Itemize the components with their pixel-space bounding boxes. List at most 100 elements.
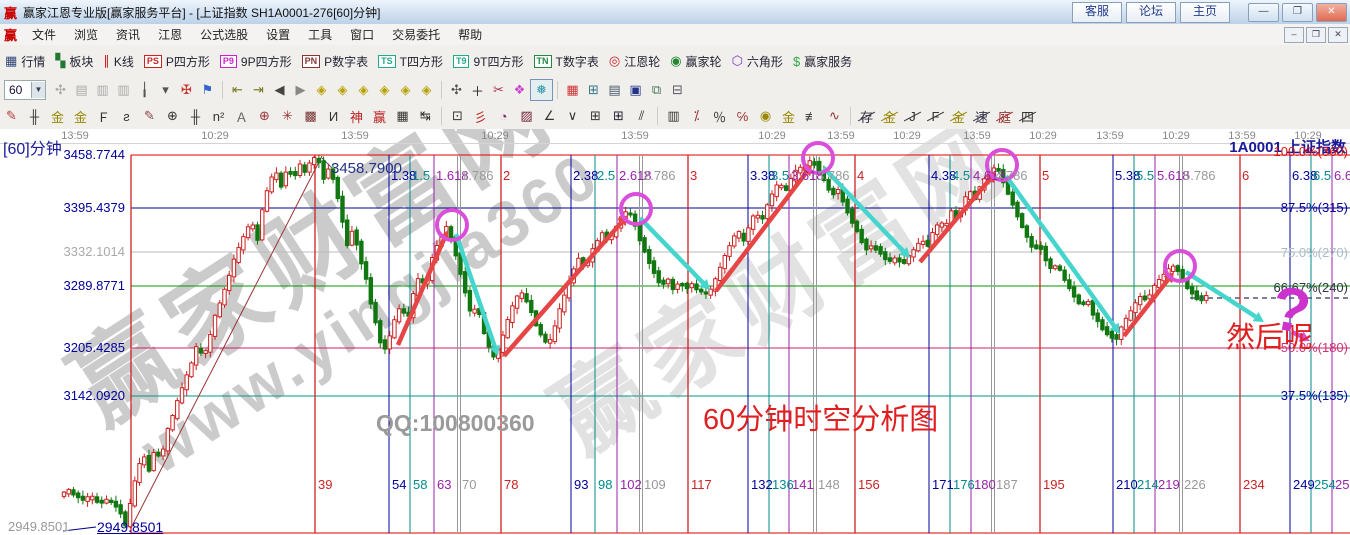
gold-line-icon[interactable]: 金 <box>777 106 800 127</box>
print-icon[interactable]: ⊟ <box>667 80 688 100</box>
pattern-icon[interactable]: ✣ <box>50 80 71 100</box>
child-minimize-button[interactable]: – <box>1284 27 1304 43</box>
fibonacci-icon[interactable]: Ｆ <box>92 106 115 127</box>
circle-gauge-icon[interactable]: ⊕ <box>161 106 184 127</box>
grid2-icon[interactable]: ⊞ <box>607 106 630 127</box>
candle-style-icon[interactable]: ╽ <box>134 80 155 100</box>
menu-item-资讯[interactable]: 资讯 <box>107 28 149 42</box>
percent-line-icon[interactable]: ⁒ <box>685 106 708 127</box>
web-icon[interactable]: ✳ <box>276 106 299 127</box>
levels-icon[interactable]: ≢ <box>800 106 823 127</box>
save-icon[interactable]: ▣ <box>625 80 646 100</box>
ruler-icon[interactable]: ╫ <box>23 106 46 127</box>
shen-icon[interactable]: 神 <box>345 106 368 127</box>
four-angle-icon[interactable]: 四 <box>1016 106 1039 127</box>
last-icon[interactable]: ⇥ <box>248 80 269 100</box>
toolbar-item-P四方形[interactable]: PSP四方形 <box>144 53 210 70</box>
toolbar-item-板块[interactable]: ▚板块 <box>55 53 93 70</box>
wave-mark-icon[interactable]: И <box>322 106 345 127</box>
first-icon[interactable]: ⇤ <box>227 80 248 100</box>
diamond-v-icon[interactable]: ◈ <box>395 80 416 100</box>
gold-grid2-icon[interactable]: 金 <box>69 106 92 127</box>
copy-icon[interactable]: ⧉ <box>646 80 667 100</box>
web-square-icon[interactable]: ▩ <box>299 106 322 127</box>
toolbar-item-六角形[interactable]: ⬡六角形 <box>732 53 783 70</box>
toolbar-item-T四方形[interactable]: TST四方形 <box>378 53 443 70</box>
toolbar-item-赢家轮[interactable]: ◉赢家轮 <box>670 53 721 70</box>
diamond-h-icon[interactable]: ◈ <box>353 80 374 100</box>
brush-icon[interactable]: ✎ <box>138 106 161 127</box>
customer-service-button[interactable]: 客服 <box>1072 2 1122 23</box>
toolbar-item-P数字表[interactable]: PNP数字表 <box>302 53 369 70</box>
slashes-icon[interactable]: ⫽ <box>630 106 653 127</box>
diamond-left-icon[interactable]: ◈ <box>311 80 332 100</box>
angle-a-icon[interactable]: Ａ <box>230 106 253 127</box>
candle-style-arrow-icon[interactable]: ▾ <box>155 80 176 100</box>
gold-angle2-icon[interactable]: 金 <box>947 106 970 127</box>
menu-item-帮助[interactable]: 帮助 <box>449 28 491 42</box>
toolbar-item-T数字表[interactable]: TNT数字表 <box>534 53 599 70</box>
bars-icon[interactable]: ▥ <box>662 106 685 127</box>
child-restore-button[interactable]: ❐ <box>1306 27 1326 43</box>
spiral-icon[interactable]: ƨ <box>115 106 138 127</box>
forum-button[interactable]: 论坛 <box>1126 2 1176 23</box>
percent-level-icon[interactable]: ℅ <box>731 106 754 127</box>
menu-item-公式选股[interactable]: 公式选股 <box>191 28 257 42</box>
chart9-icon[interactable]: ▥ <box>113 80 134 100</box>
grid123-icon[interactable]: ▦ <box>391 106 414 127</box>
minimize-button[interactable]: — <box>1248 3 1279 22</box>
diamond-right-icon[interactable]: ◈ <box>332 80 353 100</box>
close-button[interactable]: ✕ <box>1316 3 1347 22</box>
zigzag-icon[interactable]: ∨ <box>561 106 584 127</box>
f-angle-icon[interactable]: F <box>924 106 947 127</box>
restore-button[interactable]: ❐ <box>1282 3 1313 22</box>
hash-icon[interactable]: ╫ <box>184 106 207 127</box>
gold-circle-icon[interactable]: ◉ <box>754 106 777 127</box>
period-combo[interactable]: 60 ▼ <box>4 80 46 100</box>
gold-angle-icon[interactable]: 金 <box>878 106 901 127</box>
diamond-all-icon[interactable]: ◈ <box>416 80 437 100</box>
prev-icon[interactable]: ◀ <box>269 80 290 100</box>
chart3-icon[interactable]: ▥ <box>92 80 113 100</box>
menu-item-设置[interactable]: 设置 <box>257 28 299 42</box>
target-icon[interactable]: ⊕ <box>253 106 276 127</box>
save-angle-icon[interactable]: 存 <box>855 106 878 127</box>
pen-icon[interactable]: ✎ <box>0 106 23 127</box>
scissors-icon[interactable]: ✂ <box>488 80 509 100</box>
magenta-tool-icon[interactable]: ❖ <box>509 80 530 100</box>
toolbar-item-9P四方形[interactable]: P99P四方形 <box>220 53 292 70</box>
calendar-icon[interactable]: ▦ <box>562 80 583 100</box>
span-icon[interactable]: ↹ <box>414 106 437 127</box>
ting-angle-icon[interactable]: 庭 <box>993 106 1016 127</box>
grid-icon[interactable]: ⊞ <box>584 106 607 127</box>
menu-item-工具[interactable]: 工具 <box>299 28 341 42</box>
chart-area[interactable]: 赢家财富网www.yingjia360赢家财富网 13:5910:2913:59… <box>0 129 1350 535</box>
fan-square-icon[interactable]: ▨ <box>515 106 538 127</box>
notes-icon[interactable]: ▤ <box>604 80 625 100</box>
candlestick-chart[interactable] <box>0 129 1350 535</box>
next-icon[interactable]: ▶ <box>290 80 311 100</box>
ying-icon[interactable]: 赢 <box>368 106 391 127</box>
menu-item-交易委托[interactable]: 交易委托 <box>383 28 449 42</box>
j-angle-icon[interactable]: J <box>901 106 924 127</box>
calculator-icon[interactable]: ⊞ <box>583 80 604 100</box>
flag-chart-icon[interactable]: ⚑ <box>197 80 218 100</box>
clipboard-icon[interactable]: ▤ <box>71 80 92 100</box>
figure-icon[interactable]: ✠ <box>176 80 197 100</box>
box-icon[interactable]: ⊡ <box>446 106 469 127</box>
square-number-icon[interactable]: n² <box>207 106 230 127</box>
child-close-button[interactable]: ✕ <box>1328 27 1348 43</box>
menu-item-江恩[interactable]: 江恩 <box>149 28 191 42</box>
angle-icon[interactable]: ∠ <box>538 106 561 127</box>
time-space-icon[interactable]: ❅ <box>530 79 553 101</box>
percent-icon[interactable]: ％ <box>708 106 731 127</box>
homepage-button[interactable]: 主页 <box>1180 2 1230 23</box>
arc-icon[interactable]: ◔ <box>492 106 515 127</box>
diamond-x-icon[interactable]: ◈ <box>374 80 395 100</box>
menu-item-文件[interactable]: 文件 <box>23 28 65 42</box>
toolbar-item-9T四方形[interactable]: T99T四方形 <box>453 53 524 70</box>
hand-icon[interactable]: ✣ <box>446 80 467 100</box>
toolbar-item-赢家服务[interactable]: $赢家服务 <box>793 53 852 70</box>
wave-line-icon[interactable]: ∿ <box>823 106 846 127</box>
speed-angle-icon[interactable]: 速 <box>970 106 993 127</box>
